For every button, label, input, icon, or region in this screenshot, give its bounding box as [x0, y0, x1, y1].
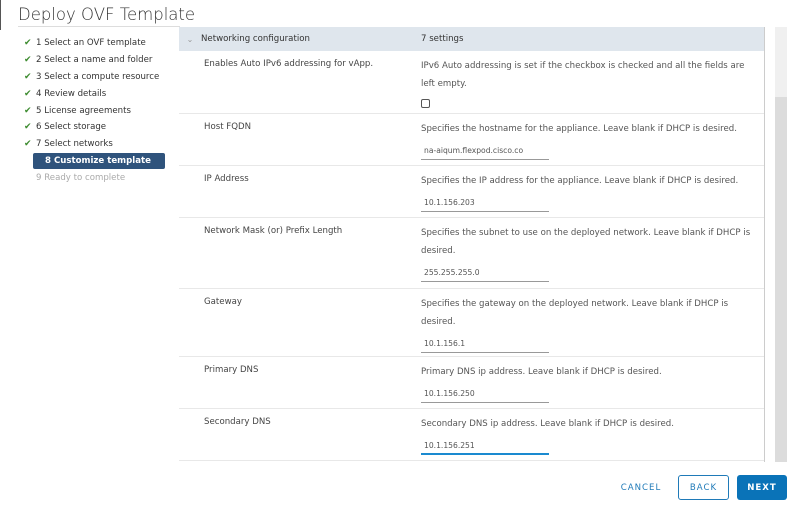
check-icon: ✔ — [24, 122, 32, 133]
setting-row: Enables Auto IPv6 addressing for vApp. I… — [179, 51, 764, 114]
next-button[interactable]: NEXT — [737, 475, 787, 500]
setting-input[interactable]: 10.1.156.250 — [421, 386, 549, 403]
setting-row: Host FQDN Specifies the hostname for the… — [179, 114, 764, 166]
step-label: 7 Select networks — [36, 139, 113, 150]
wizard-step-4[interactable]: ✔ 4 Review details — [22, 85, 167, 102]
chevron-down-icon[interactable]: ⌄ — [179, 35, 201, 44]
dialog-title: Deploy OVF Template — [18, 5, 196, 24]
wizard-step-7[interactable]: ✔ 7 Select networks — [22, 136, 167, 153]
scrollbar[interactable] — [775, 27, 787, 462]
step-label: 4 Review details — [36, 88, 107, 99]
setting-input[interactable]: 10.1.156.1 — [421, 336, 549, 353]
setting-row: Primary DNS Primary DNS ip address. Leav… — [179, 357, 764, 409]
setting-input[interactable]: 255.255.255.0 — [421, 265, 549, 282]
section-title: Networking configuration — [201, 34, 310, 44]
setting-label: Primary DNS — [204, 365, 259, 375]
setting-description: Specifies the subnet to use on the deplo… — [421, 228, 751, 256]
step-label: 3 Select a compute resource — [36, 71, 160, 82]
setting-label: Secondary DNS — [204, 417, 271, 427]
wizard-step-9: 9 Ready to complete — [22, 169, 167, 186]
setting-row: Gateway Specifies the gateway on the dep… — [179, 289, 764, 357]
wizard-steps: ✔ 1 Select an OVF template ✔ 2 Select a nam… — [22, 35, 167, 186]
check-icon: ✔ — [24, 139, 32, 150]
setting-label: Host FQDN — [204, 122, 252, 132]
setting-description: Specifies the hostname for the appliance… — [421, 124, 737, 134]
check-icon: ✔ — [24, 71, 32, 82]
back-button[interactable]: BACK — [678, 475, 729, 500]
setting-description: Specifies the gateway on the deployed ne… — [421, 299, 729, 327]
setting-label: IP Address — [204, 174, 249, 184]
wizard-step-1[interactable]: ✔ 1 Select an OVF template — [22, 35, 167, 52]
setting-row: Secondary DNS Secondary DNS ip address. … — [179, 409, 764, 461]
wizard-step-5[interactable]: ✔ 5 License agreements — [22, 102, 167, 119]
setting-description: Secondary DNS ip address. Leave blank if… — [421, 419, 674, 429]
step-label: 1 Select an OVF template — [36, 38, 146, 49]
setting-description: Specifies the IP address for the applian… — [421, 176, 739, 186]
check-icon: ✔ — [24, 105, 32, 116]
wizard-step-2[interactable]: ✔ 2 Select a name and folder — [22, 52, 167, 69]
cancel-button[interactable]: CANCEL — [612, 475, 670, 500]
window-edge — [0, 0, 1, 30]
setting-input[interactable]: na-aiqum.flexpod.cisco.co — [421, 143, 549, 160]
step-label: 2 Select a name and folder — [36, 55, 153, 66]
setting-row: Network Mask (or) Prefix Length Specifie… — [179, 218, 764, 289]
wizard-step-8[interactable]: 8 Customize template — [33, 152, 165, 170]
setting-description: IPv6 Auto addressing is set if the check… — [421, 61, 745, 89]
setting-label: Enables Auto IPv6 addressing for vApp. — [204, 59, 374, 69]
settings-panel: ⌄ Networking configuration 7 settings En… — [179, 27, 765, 462]
step-label: 6 Select storage — [36, 122, 107, 133]
step-label: 5 License agreements — [36, 105, 131, 116]
setting-input[interactable]: 10.1.156.251 — [421, 438, 549, 455]
setting-label: Network Mask (or) Prefix Length — [204, 226, 343, 236]
setting-label: Gateway — [204, 297, 242, 307]
section-count: 7 settings — [421, 34, 464, 44]
step-label: 8 Customize template — [45, 155, 151, 166]
check-icon: ✔ — [24, 55, 32, 66]
wizard-step-3[interactable]: ✔ 3 Select a compute resource — [22, 69, 167, 86]
check-icon: ✔ — [24, 38, 32, 49]
step-label: 9 Ready to complete — [36, 172, 126, 183]
divider — [18, 26, 180, 27]
setting-description: Primary DNS ip address. Leave blank if D… — [421, 367, 662, 377]
wizard-step-6[interactable]: ✔ 6 Select storage — [22, 119, 167, 136]
ipv6-checkbox[interactable] — [421, 99, 430, 108]
check-icon: ✔ — [24, 88, 32, 99]
setting-row: IP Address Specifies the IP address for … — [179, 166, 764, 218]
section-header-networking[interactable]: ⌄ Networking configuration 7 settings — [179, 27, 764, 51]
setting-input[interactable]: 10.1.156.203 — [421, 195, 549, 212]
scrollbar-thumb[interactable] — [775, 97, 787, 462]
